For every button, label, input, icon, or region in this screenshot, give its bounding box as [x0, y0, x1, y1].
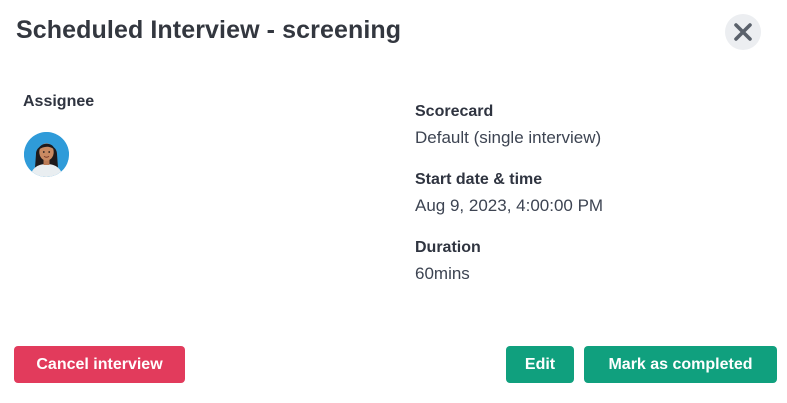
scorecard-field: Scorecard Default (single interview) [415, 102, 775, 148]
interview-details: Scorecard Default (single interview) Sta… [415, 102, 775, 306]
duration-value: 60mins [415, 264, 470, 283]
duration-label: Duration [415, 239, 481, 256]
close-icon [734, 23, 752, 41]
scorecard-label: Scorecard [415, 103, 494, 120]
assignee-label: Assignee [23, 93, 95, 110]
cancel-interview-button[interactable]: Cancel interview [14, 346, 185, 383]
modal-title: Scheduled Interview - screening [16, 16, 402, 44]
start-datetime-value: Aug 9, 2023, 4:00:00 PM [415, 196, 604, 215]
assignee-avatar[interactable] [24, 132, 69, 177]
close-button[interactable] [725, 14, 761, 50]
start-datetime-field: Start date & time Aug 9, 2023, 4:00:00 P… [415, 170, 775, 216]
mark-as-completed-button[interactable]: Mark as completed [584, 346, 777, 383]
user-avatar-icon [24, 132, 69, 177]
scorecard-value: Default (single interview) [415, 128, 602, 147]
start-datetime-label: Start date & time [415, 171, 543, 188]
edit-button[interactable]: Edit [506, 346, 574, 383]
scheduled-interview-modal: Scheduled Interview - screening Assignee [0, 0, 787, 403]
duration-field: Duration 60mins [415, 238, 775, 284]
